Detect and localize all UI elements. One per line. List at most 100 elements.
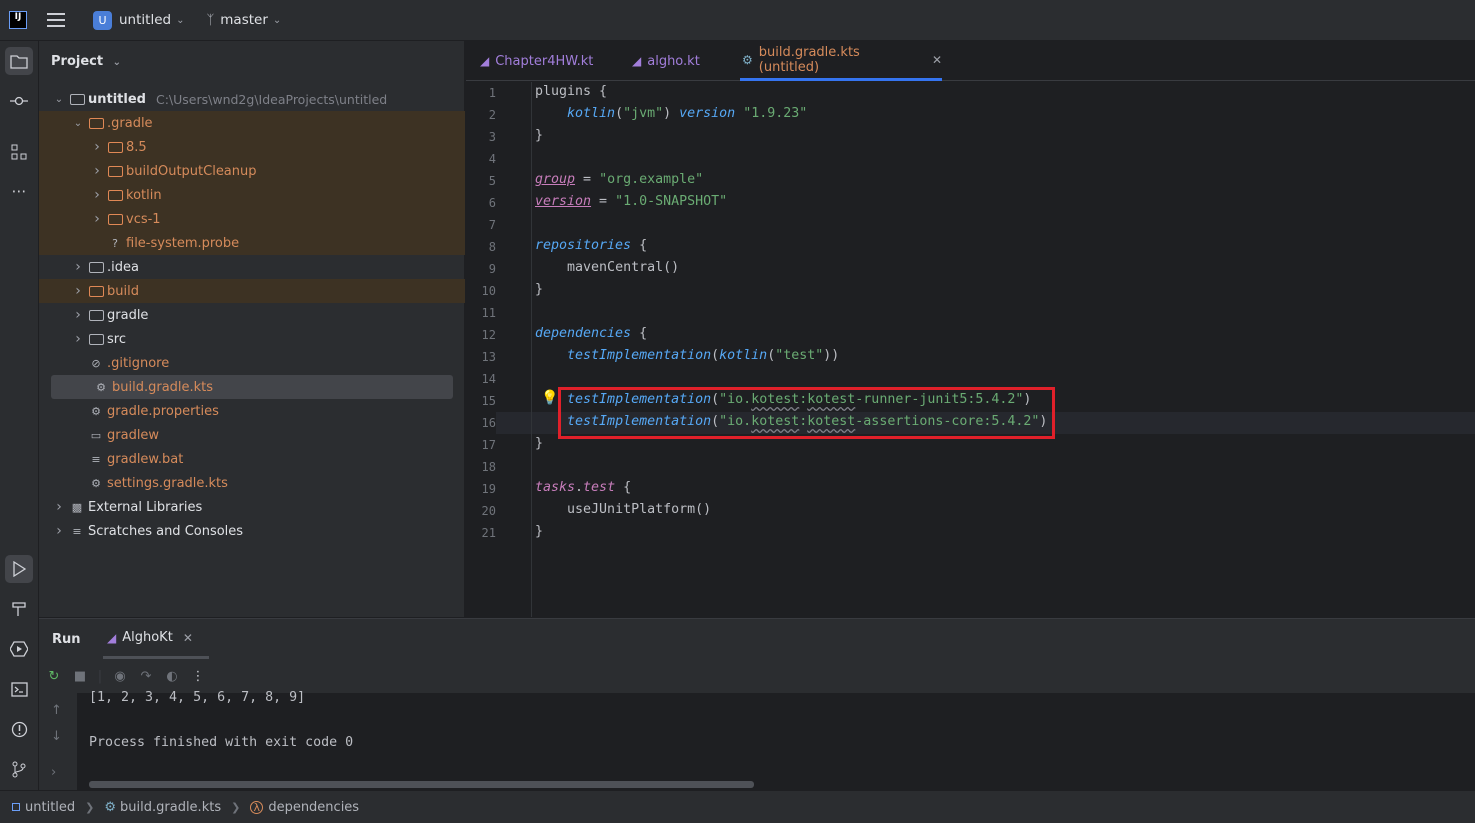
line-number: 16 (481, 416, 496, 430)
tree-item[interactable]: › ≡ Scratches and Consoles (39, 519, 465, 543)
code-line-20[interactable]: useJUnitPlatform() (535, 502, 711, 517)
chevron-down-icon[interactable]: ⌄ (53, 94, 65, 105)
code-line-9[interactable]: mavenCentral() (535, 260, 679, 275)
line-number: 8 (488, 240, 496, 254)
tree-item[interactable]: › build (39, 279, 465, 303)
code-line-1[interactable]: plugins { (535, 84, 607, 99)
scroll-down-icon[interactable]: ↓ (51, 729, 62, 744)
scroll-up-icon[interactable]: ↑ (51, 703, 62, 718)
intellij-logo-icon[interactable]: IJ (9, 11, 27, 29)
console-output-line[interactable]: [1, 2, 3, 4, 5, 6, 7, 8, 9] (89, 690, 305, 705)
tree-item[interactable]: › src (39, 327, 465, 351)
tab-alghokt[interactable]: ◢ AlghoKt ✕ (103, 619, 209, 659)
tree-item[interactable]: ⚙ gradle.properties (39, 399, 465, 423)
breadcrumb-project[interactable]: untitled (12, 800, 75, 815)
tab-chapter4hw[interactable]: ◢ Chapter4HW.kt (480, 41, 593, 81)
build-hammer-icon[interactable] (5, 595, 33, 623)
code-line-17[interactable]: } (535, 436, 543, 451)
console-output-line[interactable]: Process finished with exit code 0 (89, 735, 353, 750)
more-tools-icon[interactable]: ⋯ (5, 177, 33, 205)
tree-item[interactable]: ≡ gradlew.bat (39, 447, 465, 471)
breadcrumb-file[interactable]: ⚙ build.gradle.kts (104, 800, 221, 815)
stop-icon[interactable]: ■ (67, 669, 93, 684)
breadcrumb-scope[interactable]: λ dependencies (250, 800, 359, 815)
code-line-21[interactable]: } (535, 524, 543, 539)
code-line-12[interactable]: dependencies { (535, 326, 647, 341)
code-line-19[interactable]: tasks.test { (535, 480, 631, 495)
tab-build-gradle-kts[interactable]: ⚙ build.gradle.kts (untitled) ✕ (740, 41, 942, 81)
gradle-icon: ⚙ (96, 380, 106, 394)
tree-item[interactable]: › vcs-1 (39, 207, 465, 231)
main-menu-icon[interactable] (47, 13, 65, 27)
run-toolbar: ↻ ■ | ◉ ↷ ◐ ⋮ (39, 659, 1475, 693)
project-switcher[interactable]: untitled (119, 12, 171, 28)
git-icon[interactable] (5, 755, 33, 783)
tree-item[interactable]: ⌄ .gradle (39, 111, 465, 135)
tree-item[interactable]: ▭ gradlew (39, 423, 465, 447)
structure-icon[interactable] (5, 138, 33, 166)
tab-algho[interactable]: ◢ algho.kt (632, 41, 700, 81)
chevron-right-icon[interactable]: › (91, 211, 103, 227)
run-icon[interactable] (5, 555, 33, 583)
chevron-right-icon[interactable]: › (53, 523, 65, 539)
tree-item[interactable]: › ▩ External Libraries (39, 495, 465, 519)
chevron-down-icon[interactable]: ⌄ (176, 15, 184, 26)
code-line-6[interactable]: version = "1.0-SNAPSHOT" (535, 194, 727, 209)
rerun-icon[interactable]: ↻ (41, 669, 67, 684)
code-line-13[interactable]: testImplementation(kotlin("test")) (535, 348, 839, 363)
chevron-right-icon[interactable]: › (51, 765, 56, 780)
code-line-2[interactable]: kotlin("jvm") version "1.9.23" (535, 106, 807, 121)
project-panel-title[interactable]: Project ⌄ (51, 54, 121, 69)
chevron-down-icon[interactable]: ⌄ (273, 15, 281, 26)
chevron-right-icon[interactable]: › (91, 163, 103, 179)
tree-item[interactable]: ⌄ untitled C:\Users\wnd2g\IdeaProjects\unt… (39, 87, 465, 111)
problems-icon[interactable] (5, 715, 33, 743)
chevron-right-icon[interactable]: › (72, 259, 84, 275)
chevron-right-icon[interactable]: › (91, 139, 103, 155)
chevron-right-icon[interactable]: › (91, 187, 103, 203)
tree-item[interactable]: ⚙ settings.gradle.kts (39, 471, 465, 495)
close-icon[interactable]: ✕ (932, 53, 942, 67)
code-line-5[interactable]: group = "org.example" (535, 172, 703, 187)
close-icon[interactable]: ✕ (183, 631, 193, 645)
tree-item[interactable]: ⚙ build.gradle.kts (51, 375, 453, 399)
chevron-right-icon[interactable]: › (53, 499, 65, 515)
lightbulb-icon[interactable]: 💡 (541, 390, 558, 406)
code-line-8[interactable]: repositories { (535, 238, 647, 253)
services-icon[interactable] (5, 635, 33, 663)
tree-item[interactable]: › .idea (39, 255, 465, 279)
line-number: 2 (488, 108, 496, 122)
code-line-3[interactable]: } (535, 128, 543, 143)
chevron-right-icon[interactable]: › (72, 331, 84, 347)
settings-icon[interactable]: ◐ (159, 669, 185, 684)
tree-item[interactable]: › buildOutputCleanup (39, 159, 465, 183)
export-icon[interactable]: ↷ (133, 669, 159, 684)
line-number: 17 (481, 438, 496, 452)
run-tabs: Run ◢ AlghoKt ✕ (39, 619, 1475, 659)
ignore-file-icon: ⊘ (91, 356, 101, 370)
code-line-10[interactable]: } (535, 282, 543, 297)
chevron-right-icon[interactable]: › (72, 283, 84, 299)
tree-item[interactable]: ⊘ .gitignore (39, 351, 465, 375)
git-branch-icon[interactable]: ᛉ (206, 13, 214, 28)
folder-icon (88, 285, 104, 298)
scratches-icon: ≡ (72, 524, 82, 538)
folder-icon (88, 309, 104, 322)
commit-icon[interactable] (5, 87, 33, 115)
camera-icon[interactable]: ◉ (107, 669, 133, 684)
tree-item[interactable]: › 8.5 (39, 135, 465, 159)
tree-item[interactable]: ? file-system.probe (39, 231, 465, 255)
project-folder-icon[interactable] (5, 47, 33, 75)
chevron-down-icon[interactable]: ⌄ (72, 118, 84, 129)
more-options-icon[interactable]: ⋮ (185, 669, 211, 684)
terminal-icon[interactable] (5, 675, 33, 703)
chevron-down-icon[interactable]: ⌄ (113, 57, 121, 68)
tree-item[interactable]: › gradle (39, 303, 465, 327)
tree-item-label: Scratches and Consoles (88, 523, 244, 539)
horizontal-scrollbar[interactable] (89, 781, 754, 788)
tree-item-label: file-system.probe (126, 235, 240, 251)
tree-item[interactable]: › kotlin (39, 183, 465, 207)
chevron-right-icon[interactable]: › (72, 307, 84, 323)
project-badge[interactable]: U (93, 10, 112, 30)
branch-switcher[interactable]: master (220, 12, 268, 28)
